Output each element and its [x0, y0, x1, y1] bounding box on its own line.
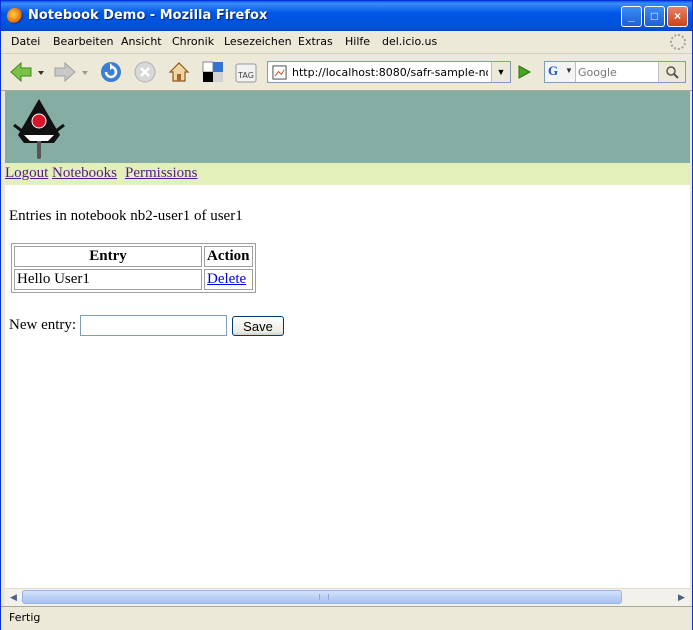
- url-text: http://localhost:8080/safr-sample-notebo…: [292, 66, 488, 79]
- table-row: Hello User1 Delete: [14, 269, 253, 290]
- browser-window: Notebook Demo - Mozilla Firefox _ □ × Da…: [0, 0, 693, 630]
- scroll-right-icon[interactable]: ▶: [674, 590, 689, 605]
- entries-table: Entry Action Hello User1 Delete: [11, 243, 256, 293]
- permissions-link[interactable]: Permissions: [125, 165, 198, 182]
- url-dropdown-icon[interactable]: ▼: [491, 62, 510, 82]
- new-entry-label: New entry:: [9, 317, 77, 333]
- menu-ansicht[interactable]: Ansicht: [121, 35, 162, 48]
- firefox-icon: [7, 8, 23, 24]
- stop-icon[interactable]: [133, 60, 157, 84]
- home-icon[interactable]: [167, 60, 191, 84]
- google-icon: G: [548, 63, 559, 78]
- menu-bar: Datei Bearbeiten Ansicht Chronik Lesezei…: [1, 31, 692, 54]
- menu-bearbeiten[interactable]: Bearbeiten: [53, 35, 113, 48]
- save-button[interactable]: Save: [232, 316, 284, 336]
- status-bar: Fertig: [1, 606, 692, 630]
- scrollbar-grip: [319, 594, 329, 600]
- page-viewport: Logout Notebooks Permissions Entries in …: [5, 91, 690, 588]
- status-text: Fertig: [9, 611, 41, 624]
- back-icon[interactable]: [9, 60, 33, 84]
- title-bar[interactable]: Notebook Demo - Mozilla Firefox _ □ ×: [1, 1, 692, 31]
- delete-link[interactable]: Delete: [207, 271, 246, 287]
- scroll-left-icon[interactable]: ◀: [6, 590, 21, 605]
- page-navigation: Logout Notebooks Permissions: [5, 163, 690, 185]
- menu-hilfe[interactable]: Hilfe: [345, 35, 370, 48]
- column-header-action: Action: [204, 246, 253, 267]
- menu-extras[interactable]: Extras: [298, 35, 333, 48]
- menu-datei[interactable]: Datei: [11, 35, 40, 48]
- reload-icon[interactable]: [99, 60, 123, 84]
- page-title: Entries in notebook nb2-user1 of user1: [9, 208, 243, 224]
- duke-logo-icon: [13, 99, 65, 159]
- menu-delicious[interactable]: del.icio.us: [382, 35, 437, 48]
- entry-cell: Hello User1: [14, 269, 202, 290]
- throbber-icon: [670, 34, 686, 50]
- maximize-button[interactable]: □: [644, 6, 665, 27]
- tag-icon[interactable]: TAG: [234, 60, 258, 84]
- search-input[interactable]: [578, 62, 658, 82]
- new-entry-input[interactable]: [80, 315, 227, 336]
- notebooks-link[interactable]: Notebooks: [52, 165, 117, 182]
- column-header-entry: Entry: [14, 246, 202, 267]
- minimize-button[interactable]: _: [621, 6, 642, 27]
- tag-label: TAG: [237, 71, 254, 80]
- close-button[interactable]: ×: [667, 6, 688, 27]
- search-bar[interactable]: G ▼: [544, 61, 686, 83]
- forward-dropdown-icon[interactable]: [80, 60, 90, 84]
- search-engine-selector[interactable]: G ▼: [545, 62, 576, 82]
- logout-link[interactable]: Logout: [5, 165, 48, 182]
- menu-chronik[interactable]: Chronik: [172, 35, 214, 48]
- window-title: Notebook Demo - Mozilla Firefox: [28, 8, 268, 23]
- go-icon[interactable]: [515, 63, 533, 81]
- horizontal-scrollbar[interactable]: ◀ ▶: [5, 588, 690, 606]
- forward-icon[interactable]: [53, 60, 77, 84]
- menu-lesezeichen[interactable]: Lesezeichen: [224, 35, 292, 48]
- delicious-icon[interactable]: [201, 60, 225, 84]
- search-engine-dropdown-icon: ▼: [565, 66, 573, 75]
- page-header: [5, 91, 690, 163]
- magnifier-icon: [666, 66, 679, 79]
- page-icon: [272, 65, 287, 80]
- search-button[interactable]: [658, 62, 685, 82]
- table-header-row: Entry Action: [14, 246, 253, 267]
- scrollbar-thumb[interactable]: [22, 590, 622, 604]
- action-cell: Delete: [204, 269, 253, 290]
- back-dropdown-icon[interactable]: [36, 60, 46, 84]
- address-bar[interactable]: http://localhost:8080/safr-sample-notebo…: [267, 61, 511, 83]
